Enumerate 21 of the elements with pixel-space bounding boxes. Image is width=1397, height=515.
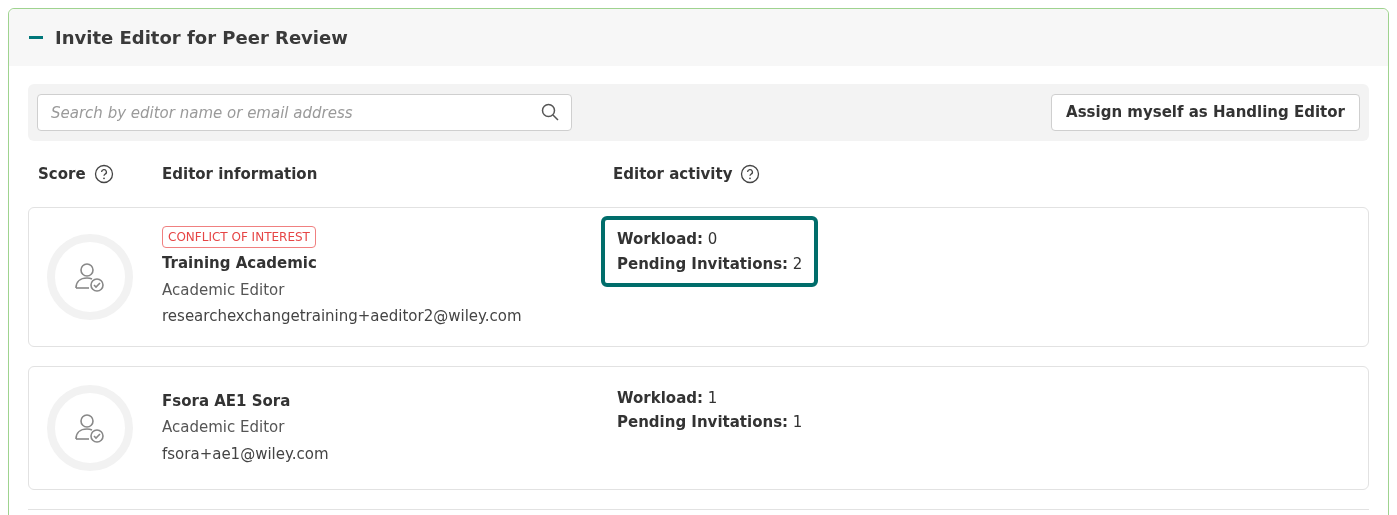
column-header: Score	[38, 163, 86, 185]
conflict-badge: CONFLICT OF INTEREST	[162, 226, 316, 248]
editor-email: fsora+ae1@wiley.com	[162, 443, 330, 465]
pending-invitations-text: Pending Invitations: 2	[617, 253, 803, 275]
workload-text: Workload: 0	[617, 229, 719, 250]
help-icon[interactable]	[740, 164, 761, 184]
editor-role: Academic Editor	[162, 279, 286, 301]
editor-name: Fsora AE1 Sora	[162, 390, 292, 412]
help-icon[interactable]	[93, 164, 114, 184]
search-icon	[541, 103, 559, 121]
column-header: Editor activity	[613, 163, 733, 185]
section-header[interactable]: Invite Editor for Peer Review	[9, 9, 1388, 66]
workload-text: Workload: 1	[617, 387, 719, 409]
editor-role: Academic Editor	[162, 417, 286, 439]
column-header: Editor information	[162, 163, 318, 185]
minus-icon	[29, 36, 43, 39]
pending-invitations-text: Pending Invitations: 1	[617, 412, 803, 433]
search-field[interactable]: Search by editor name or email address	[37, 94, 572, 131]
assign-button[interactable]: Assign myself as Handling Editor	[1051, 94, 1360, 131]
editor-name: Training Academic	[162, 253, 318, 274]
editor-email: researchexchangetraining+aeditor2@wiley.com	[162, 306, 523, 327]
